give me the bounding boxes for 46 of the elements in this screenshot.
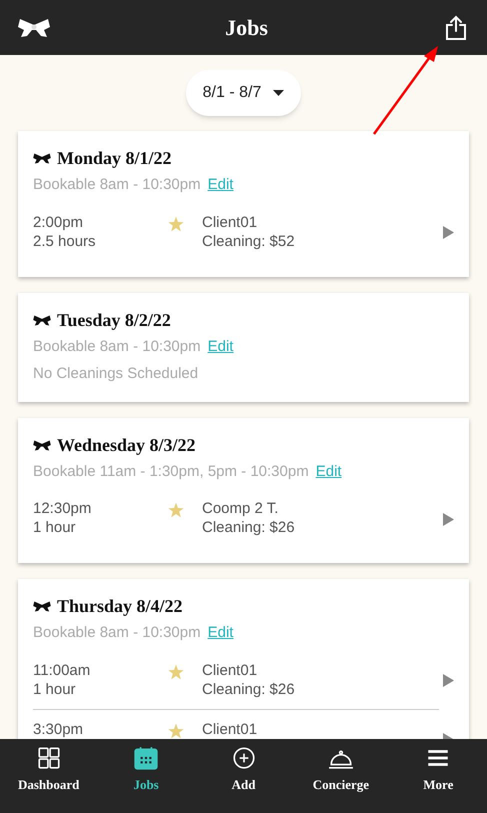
day-title: Wednesday 8/3/22 <box>57 434 196 457</box>
nav-tab[interactable]: Add <box>194 739 292 813</box>
client-name: Client01 <box>202 212 258 232</box>
bow-icon <box>33 153 51 164</box>
nav-tab[interactable]: Concierge <box>292 739 390 813</box>
add-icon <box>230 745 257 771</box>
day-title: Monday 8/1/22 <box>57 147 172 170</box>
date-range-dropdown[interactable]: 8/1 - 8/7 <box>186 70 302 116</box>
bookable-hours: Bookable 8am - 10:30pm <box>33 175 201 195</box>
bow-icon <box>33 440 51 450</box>
job-duration: 1 hour <box>33 680 77 698</box>
nav-tab[interactable]: More <box>390 739 487 813</box>
client-name: Client01 <box>202 660 258 680</box>
client-name: Coomp 2 T. <box>202 499 280 518</box>
client-name: Client01 <box>202 720 258 738</box>
bookable-hours: Bookable 8am - 10:30pm <box>33 623 201 643</box>
star-icon <box>168 722 184 738</box>
job-time: 3:30pm <box>33 720 84 738</box>
service-price: Cleaning: $26 <box>202 680 296 698</box>
bow-icon <box>33 314 51 326</box>
page-title: Jobs <box>225 14 268 42</box>
grid-icon <box>36 745 62 771</box>
empty-message: No Cleanings Scheduled <box>33 364 200 384</box>
service-price: Cleaning: $52 <box>202 232 296 250</box>
nav-tab[interactable]: Dashboard <box>0 739 98 813</box>
caret-icon <box>273 90 284 96</box>
service-price: Cleaning: $26 <box>202 518 296 537</box>
job-time: 2:00pm <box>33 212 84 232</box>
job-time: 12:30pm <box>33 499 92 518</box>
play-arrow-icon <box>443 226 454 239</box>
job-time: 11:00am <box>33 660 92 680</box>
play-arrow-icon <box>443 512 454 526</box>
bookable-hours: Bookable 8am - 10:30pm <box>33 336 201 356</box>
star-icon <box>168 502 184 518</box>
nav-tab[interactable]: Jobs <box>97 739 195 813</box>
job-duration: 2.5 hours <box>33 232 97 250</box>
bow-icon <box>33 601 51 612</box>
day-title: Tuesday 8/2/22 <box>57 308 171 332</box>
star-icon <box>168 216 184 232</box>
calendar-icon <box>133 745 160 771</box>
bow-logo-icon <box>18 18 50 38</box>
job-duration: 1 hour <box>33 518 77 537</box>
play-arrow-icon <box>443 674 454 687</box>
star-icon <box>168 664 184 680</box>
bookable-hours: Bookable 11am - 1:30pm, 5pm - 10:30pm <box>33 462 309 482</box>
day-title: Thursday 8/4/22 <box>57 595 183 618</box>
